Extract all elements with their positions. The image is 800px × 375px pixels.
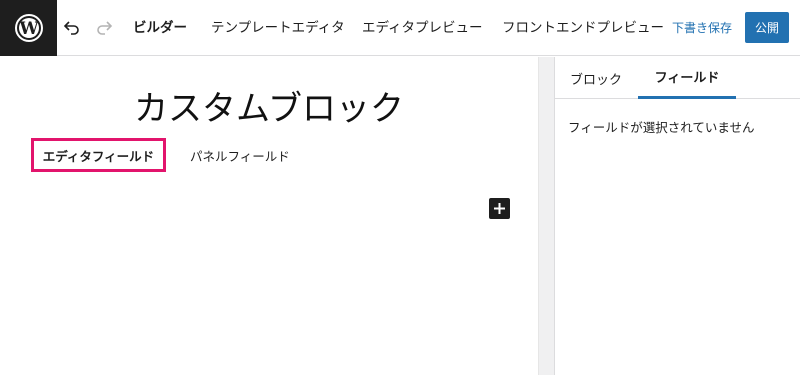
svg-text:W: W (18, 19, 39, 39)
tab-template-editor[interactable]: テンプレートエディタ (211, 18, 345, 38)
save-draft-button[interactable]: 下書き保存 (672, 19, 732, 36)
block-title[interactable]: カスタムブロック (0, 87, 538, 131)
editor-canvas: カスタムブロック エディタフィールド パネルフィールド (0, 57, 538, 375)
tab-builder[interactable]: ビルダー (133, 18, 187, 38)
tab-editor-field[interactable]: エディタフィールド (31, 138, 166, 172)
plus-icon (494, 203, 505, 214)
tab-editor-preview[interactable]: エディタプレビュー (362, 18, 483, 38)
tab-panel-field[interactable]: パネルフィールド (190, 146, 290, 165)
publish-button[interactable]: 公開 (745, 12, 789, 43)
no-field-selected-message: フィールドが選択されていません (568, 120, 755, 135)
undo-icon[interactable] (60, 16, 84, 40)
tab-frontend-preview[interactable]: フロントエンドプレビュー (502, 18, 664, 38)
settings-sidebar: ブロック フィールド フィールドが選択されていません (555, 57, 800, 375)
wordpress-icon[interactable]: W (0, 0, 57, 56)
sidebar-tabs: ブロック フィールド (555, 57, 800, 99)
sidebar-tab-block[interactable]: ブロック (555, 57, 637, 99)
sidebar-tab-field[interactable]: フィールド (638, 57, 736, 99)
scroll-gutter[interactable] (538, 57, 555, 375)
top-toolbar: W ビルダー テンプレートエディタ エディタプレビュー フロントエンドプレビュー… (0, 0, 800, 56)
redo-icon[interactable] (92, 16, 116, 40)
add-block-button[interactable] (489, 198, 510, 219)
